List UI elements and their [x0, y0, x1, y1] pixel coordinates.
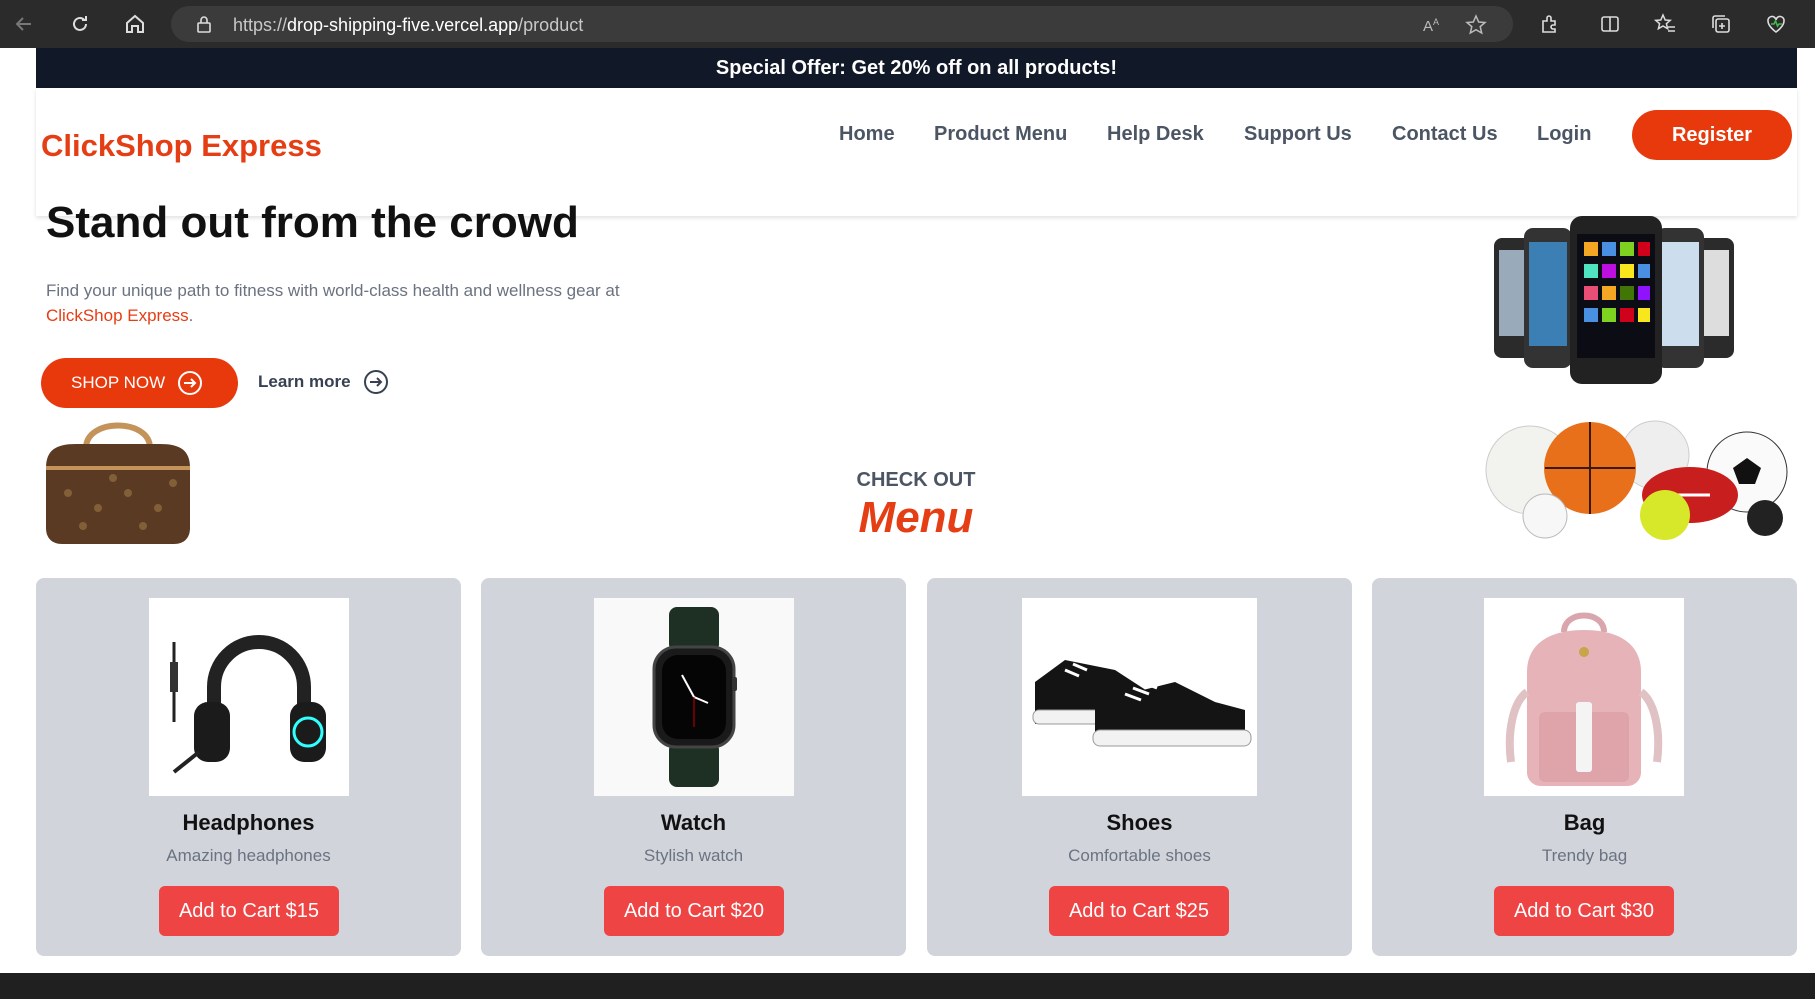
menu-title: Menu — [858, 493, 974, 542]
hero-text-end: . — [188, 306, 194, 325]
learn-more-label: Learn more — [258, 372, 351, 391]
menu-kicker: CHECK OUT — [856, 469, 976, 491]
arrow-right-circle-icon — [178, 371, 203, 395]
shoes-image — [1022, 598, 1257, 796]
backpack-image — [1484, 598, 1684, 796]
back-icon[interactable] — [10, 10, 38, 38]
product-name: Bag — [1563, 810, 1606, 835]
shoes-icon — [1032, 660, 1251, 747]
hero-description: Find your unique path to fitness with wo… — [46, 278, 666, 328]
health-icon[interactable] — [1762, 10, 1790, 38]
read-aloud-icon[interactable]: AA — [1421, 14, 1443, 41]
os-taskbar — [0, 973, 1815, 999]
hero-brand-link: ClickShop Express — [46, 306, 189, 325]
lock-icon[interactable] — [195, 15, 213, 38]
headphones-icon — [170, 635, 326, 774]
nav-product-menu[interactable]: Product Menu — [934, 123, 1067, 146]
brand-logo[interactable]: ClickShop Express — [41, 128, 322, 164]
home-icon[interactable] — [121, 10, 149, 38]
add-to-cart-button[interactable]: Add to Cart $30 — [1494, 886, 1674, 936]
product-name: Headphones — [182, 810, 315, 835]
hero-title: Stand out from the crowd — [46, 198, 579, 247]
product-name: Watch — [660, 810, 727, 835]
nav-contact-us[interactable]: Contact Us — [1392, 123, 1498, 146]
shop-now-button[interactable]: SHOP NOW — [41, 358, 238, 408]
register-button[interactable]: Register — [1632, 110, 1792, 160]
split-screen-icon[interactable] — [1596, 10, 1624, 38]
product-name: Shoes — [1106, 810, 1173, 835]
watch-icon — [652, 607, 737, 787]
hero-text: Find your unique path to fitness with wo… — [46, 281, 620, 300]
svg-text:A: A — [1433, 17, 1439, 27]
url-scheme: https:// — [233, 15, 288, 35]
product-description: Amazing headphones — [166, 846, 331, 865]
nav-home[interactable]: Home — [839, 123, 895, 146]
nav-support-us[interactable]: Support Us — [1244, 123, 1352, 146]
product-description: Stylish watch — [643, 846, 744, 865]
arrow-right-circle-icon — [363, 370, 388, 394]
add-to-cart-button[interactable]: Add to Cart $25 — [1049, 886, 1229, 936]
extensions-icon[interactable] — [1536, 10, 1564, 38]
add-to-cart-button[interactable]: Add to Cart $15 — [159, 886, 339, 936]
phones-image — [1494, 216, 1734, 384]
headphones-image — [149, 598, 349, 796]
backpack-icon — [1505, 612, 1663, 786]
product-card: Bag Trendy bag Add to Cart $30 — [1372, 578, 1797, 956]
favorites-icon[interactable] — [1651, 10, 1679, 38]
product-description: Trendy bag — [1541, 846, 1628, 865]
star-icon[interactable] — [1465, 14, 1487, 41]
svg-text:A: A — [1423, 18, 1433, 35]
nav-login[interactable]: Login — [1537, 123, 1591, 146]
product-description: Comfortable shoes — [1068, 846, 1211, 865]
page-viewport: Special Offer: Get 20% off on all produc… — [0, 48, 1815, 973]
product-card: Headphones Amazing headphones Add to Car… — [36, 578, 461, 956]
learn-more-link[interactable]: Learn more — [258, 369, 389, 395]
address-bar[interactable]: https://drop-shipping-five.vercel.app/pr… — [171, 6, 1513, 42]
navbar: ClickShop Express Home Product Menu Help… — [36, 88, 1797, 216]
collections-icon[interactable] — [1707, 10, 1735, 38]
url-host: drop-shipping-five.vercel.app — [287, 15, 519, 35]
product-card: Watch Stylish watch Add to Cart $20 — [481, 578, 906, 956]
add-to-cart-button[interactable]: Add to Cart $20 — [604, 886, 784, 936]
product-card: Shoes Comfortable shoes Add to Cart $25 — [927, 578, 1352, 956]
reload-icon[interactable] — [66, 10, 94, 38]
url-text[interactable]: https://drop-shipping-five.vercel.app/pr… — [233, 15, 583, 36]
offer-banner: Special Offer: Get 20% off on all produc… — [36, 48, 1797, 88]
url-path: /product — [518, 15, 584, 35]
watch-image — [594, 598, 794, 796]
shop-now-label: SHOP NOW — [71, 373, 166, 392]
nav-help-desk[interactable]: Help Desk — [1107, 123, 1204, 146]
browser-toolbar: https://drop-shipping-five.vercel.app/pr… — [0, 0, 1815, 48]
